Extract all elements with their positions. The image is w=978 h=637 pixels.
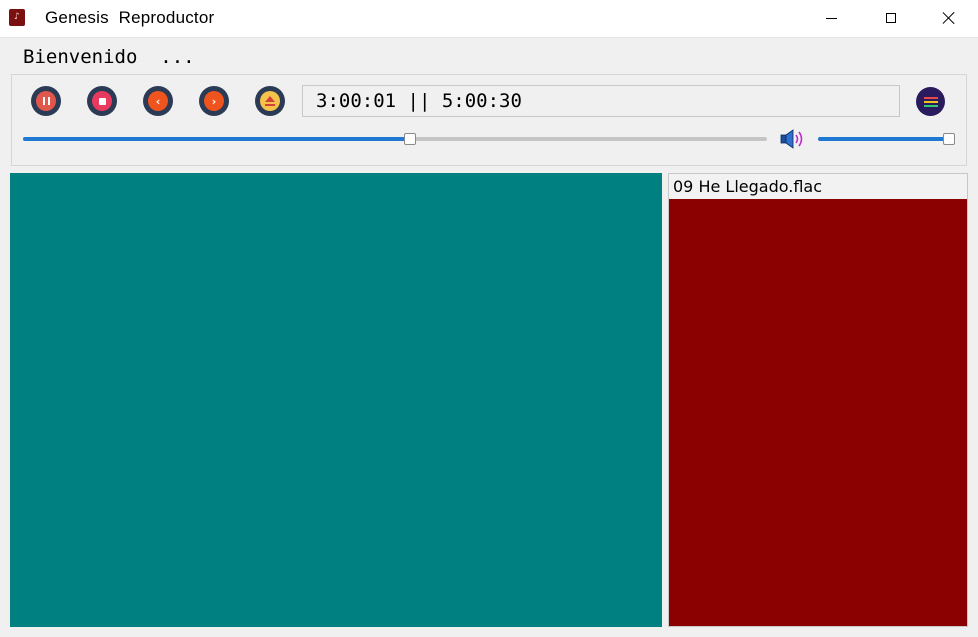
- seek-slider-fill[interactable]: [23, 137, 410, 141]
- pause-icon: [36, 91, 56, 111]
- chevron-left-icon: ‹: [148, 91, 168, 111]
- maximize-button[interactable]: [868, 0, 914, 36]
- chevron-right-icon: ›: [204, 91, 224, 111]
- volume-slider-track[interactable]: [818, 137, 949, 141]
- close-button[interactable]: [926, 0, 972, 36]
- welcome-label: Bienvenido ...: [23, 46, 195, 68]
- time-display: 3:00:01 || 5:00:30: [302, 85, 900, 117]
- title-bar: ♪ Genesis Reproductor: [0, 0, 978, 38]
- menu-button[interactable]: [916, 87, 945, 116]
- app-logo-icon[interactable]: ♪: [9, 9, 25, 26]
- eject-button[interactable]: [255, 86, 285, 116]
- time-text: 3:00:01 || 5:00:30: [316, 90, 522, 112]
- hamburger-menu-icon: [923, 96, 938, 99]
- pause-button[interactable]: [31, 86, 61, 116]
- maximize-icon: [886, 13, 896, 23]
- minimize-button[interactable]: [808, 0, 854, 36]
- next-button[interactable]: ›: [199, 86, 229, 116]
- playlist-panel[interactable]: 09 He Llegado.flac: [668, 173, 968, 627]
- eject-icon: [260, 91, 280, 111]
- speaker-icon[interactable]: [779, 128, 807, 150]
- stop-icon: [92, 91, 112, 111]
- window-title: Genesis Reproductor: [45, 8, 215, 27]
- playlist-item[interactable]: 09 He Llegado.flac: [669, 174, 967, 199]
- stop-button[interactable]: [87, 86, 117, 116]
- previous-button[interactable]: ‹: [143, 86, 173, 116]
- seek-slider-handle[interactable]: [404, 133, 416, 145]
- volume-slider-handle[interactable]: [943, 133, 955, 145]
- close-icon: [943, 12, 955, 24]
- video-area[interactable]: [10, 173, 662, 627]
- minimize-icon: [825, 17, 837, 19]
